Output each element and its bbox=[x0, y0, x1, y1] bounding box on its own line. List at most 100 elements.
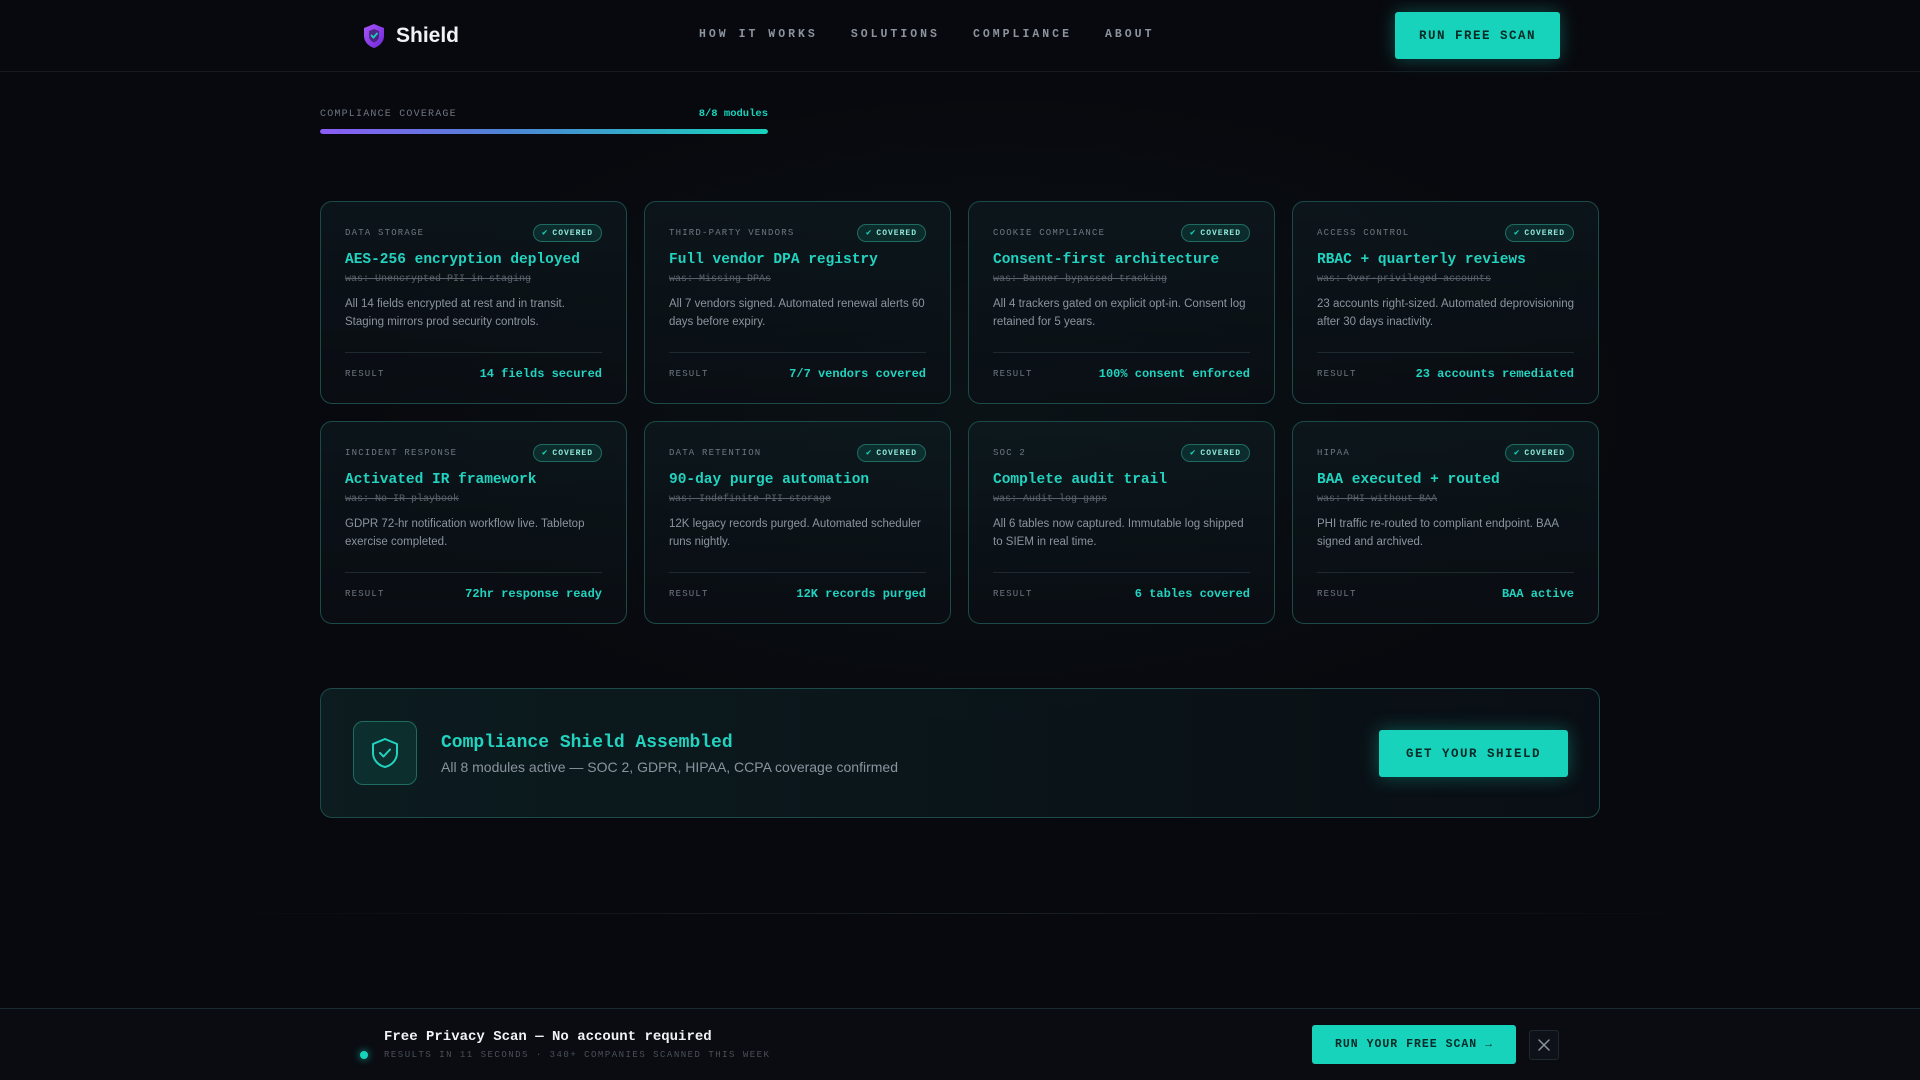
badge-label: COVERED bbox=[552, 228, 593, 238]
card-previous-issue: was: Audit log gaps bbox=[993, 494, 1108, 505]
card-previous-issue: was: Unencrypted PII in staging bbox=[345, 274, 532, 285]
card-description: GDPR 72-hr notification workflow live. T… bbox=[345, 518, 585, 548]
covered-badge: ✔ COVERED bbox=[532, 444, 602, 462]
result-value: 7/7 vendors covered bbox=[789, 367, 926, 381]
covered-badge: ✔ COVERED bbox=[532, 224, 602, 242]
compliance-card[interactable]: COOKIE COMPLIANCE ✔ COVERED Consent-firs… bbox=[968, 201, 1275, 404]
card-category: ACCESS CONTROL bbox=[1317, 228, 1410, 238]
card-previous-issue: was: Indefinite PII storage bbox=[669, 494, 832, 505]
card-title: Complete audit trail bbox=[993, 472, 1168, 488]
shield-assembled-banner: Compliance Shield Assembled All 8 module… bbox=[320, 688, 1600, 818]
card-previous-issue: was: Over-privileged accounts bbox=[1317, 274, 1492, 285]
nav-link-solutions[interactable]: SOLUTIONS bbox=[851, 28, 940, 41]
shield-banner-title: Compliance Shield Assembled bbox=[441, 733, 733, 753]
card-title: BAA executed + routed bbox=[1317, 472, 1500, 488]
status-dot-icon bbox=[360, 1051, 368, 1059]
compliance-card[interactable]: SOC 2 ✔ COVERED Complete audit trail was… bbox=[968, 421, 1275, 624]
covered-badge: ✔ COVERED bbox=[1504, 224, 1574, 242]
result-label: RESULT bbox=[1317, 369, 1357, 379]
result-value: BAA active bbox=[1501, 587, 1574, 601]
badge-label: COVERED bbox=[876, 228, 917, 238]
card-result-row: RESULT BAA active bbox=[1317, 572, 1574, 601]
card-result-row: RESULT 6 tables covered bbox=[993, 572, 1250, 601]
card-description: All 4 trackers gated on explicit opt-in.… bbox=[993, 298, 1246, 328]
covered-badge: ✔ COVERED bbox=[1504, 444, 1574, 462]
card-result-row: RESULT 14 fields secured bbox=[345, 352, 602, 381]
card-category: SOC 2 bbox=[993, 448, 1027, 458]
card-description: 12K legacy records purged. Automated sch… bbox=[669, 518, 921, 548]
check-icon: ✔ bbox=[1189, 228, 1197, 238]
card-previous-issue: was: Missing DPAs bbox=[669, 274, 772, 285]
nav-link-compliance[interactable]: COMPLIANCE bbox=[973, 28, 1072, 41]
card-description: 23 accounts right-sized. Automated depro… bbox=[1317, 298, 1574, 328]
free-scan-subtitle: RESULTS IN 11 SECONDS · 340+ COMPANIES S… bbox=[384, 1050, 771, 1060]
result-label: RESULT bbox=[345, 589, 385, 599]
nav-link-about[interactable]: ABOUT bbox=[1105, 28, 1155, 41]
run-free-scan-button[interactable]: RUN FREE SCAN bbox=[1395, 12, 1560, 59]
compliance-cards-grid: DATA STORAGE ✔ COVERED AES-256 encryptio… bbox=[320, 201, 1600, 624]
check-icon: ✔ bbox=[865, 448, 873, 458]
close-icon[interactable] bbox=[1529, 1030, 1559, 1060]
progress-fill bbox=[320, 129, 768, 134]
card-title: Consent-first architecture bbox=[993, 252, 1220, 268]
badge-label: COVERED bbox=[552, 448, 593, 458]
badge-label: COVERED bbox=[876, 448, 917, 458]
compliance-card[interactable]: HIPAA ✔ COVERED BAA executed + routed wa… bbox=[1292, 421, 1599, 624]
compliance-card[interactable]: DATA STORAGE ✔ COVERED AES-256 encryptio… bbox=[320, 201, 627, 404]
check-icon: ✔ bbox=[541, 228, 549, 238]
result-label: RESULT bbox=[1317, 589, 1357, 599]
badge-label: COVERED bbox=[1524, 448, 1565, 458]
compliance-card[interactable]: ACCESS CONTROL ✔ COVERED RBAC + quarterl… bbox=[1292, 201, 1599, 404]
result-label: RESULT bbox=[993, 589, 1033, 599]
progress-label: COMPLIANCE COVERAGE bbox=[320, 108, 457, 120]
card-title: AES-256 encryption deployed bbox=[345, 252, 580, 268]
card-description: All 7 vendors signed. Automated renewal … bbox=[669, 298, 925, 328]
card-result-row: RESULT 23 accounts remediated bbox=[1317, 352, 1574, 381]
card-previous-issue: was: PHI without BAA bbox=[1317, 494, 1438, 505]
check-icon: ✔ bbox=[541, 448, 549, 458]
result-label: RESULT bbox=[669, 369, 709, 379]
result-label: RESULT bbox=[345, 369, 385, 379]
card-category: THIRD-PARTY VENDORS bbox=[669, 228, 795, 238]
result-value: 6 tables covered bbox=[1134, 587, 1250, 601]
section-divider bbox=[200, 913, 1720, 914]
compliance-card[interactable]: DATA RETENTION ✔ COVERED 90-day purge au… bbox=[644, 421, 951, 624]
compliance-coverage-progress: COMPLIANCE COVERAGE 8/8 modules bbox=[320, 108, 768, 134]
card-title: Activated IR framework bbox=[345, 472, 537, 488]
check-icon: ✔ bbox=[1513, 448, 1521, 458]
shield-banner-subtitle: All 8 modules active — SOC 2, GDPR, HIPA… bbox=[441, 759, 898, 775]
progress-count: 8/8 modules bbox=[698, 108, 768, 120]
card-result-row: RESULT 72hr response ready bbox=[345, 572, 602, 601]
covered-badge: ✔ COVERED bbox=[1180, 444, 1250, 462]
card-previous-issue: was: No IR playbook bbox=[345, 494, 460, 505]
get-your-shield-button[interactable]: GET YOUR SHIELD bbox=[1379, 730, 1568, 777]
free-scan-sticky-bar: Free Privacy Scan — No account required … bbox=[0, 1008, 1920, 1080]
check-icon: ✔ bbox=[1513, 228, 1521, 238]
card-description: All 14 fields encrypted at rest and in t… bbox=[345, 298, 565, 328]
result-value: 72hr response ready bbox=[465, 587, 602, 601]
card-result-row: RESULT 12K records purged bbox=[669, 572, 926, 601]
card-category: DATA RETENTION bbox=[669, 448, 762, 458]
card-category: INCIDENT RESPONSE bbox=[345, 448, 458, 458]
card-description: All 6 tables now captured. Immutable log… bbox=[993, 518, 1244, 548]
card-title: Full vendor DPA registry bbox=[669, 252, 878, 268]
covered-badge: ✔ COVERED bbox=[856, 444, 926, 462]
compliance-card[interactable]: THIRD-PARTY VENDORS ✔ COVERED Full vendo… bbox=[644, 201, 951, 404]
card-result-row: RESULT 7/7 vendors covered bbox=[669, 352, 926, 381]
free-scan-title: Free Privacy Scan — No account required bbox=[384, 1029, 712, 1045]
compliance-card[interactable]: INCIDENT RESPONSE ✔ COVERED Activated IR… bbox=[320, 421, 627, 624]
brand-logo[interactable]: Shield bbox=[362, 22, 459, 50]
result-label: RESULT bbox=[669, 589, 709, 599]
check-icon: ✔ bbox=[1189, 448, 1197, 458]
result-value: 100% consent enforced bbox=[1098, 367, 1250, 381]
covered-badge: ✔ COVERED bbox=[856, 224, 926, 242]
badge-label: COVERED bbox=[1524, 228, 1565, 238]
card-description: PHI traffic re-routed to compliant endpo… bbox=[1317, 518, 1559, 548]
main-nav: HOW IT WORKS SOLUTIONS COMPLIANCE ABOUT bbox=[699, 28, 1154, 41]
card-previous-issue: was: Banner bypassed tracking bbox=[993, 274, 1168, 285]
run-your-free-scan-button[interactable]: RUN YOUR FREE SCAN → bbox=[1312, 1025, 1516, 1064]
result-value: 14 fields secured bbox=[479, 367, 602, 381]
card-result-row: RESULT 100% consent enforced bbox=[993, 352, 1250, 381]
nav-link-how-it-works[interactable]: HOW IT WORKS bbox=[699, 28, 818, 41]
top-nav-bar: Shield HOW IT WORKS SOLUTIONS COMPLIANCE… bbox=[0, 0, 1920, 72]
